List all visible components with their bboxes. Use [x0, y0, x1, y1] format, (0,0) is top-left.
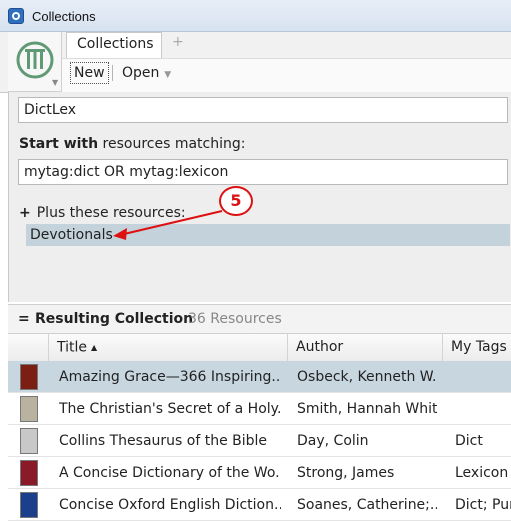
resource-count: 36 Resources — [188, 311, 282, 327]
start-with-label-rest: resources matching: — [98, 136, 246, 152]
book-cover-icon — [20, 492, 38, 518]
row-author: Soanes, Catherine;... — [297, 497, 437, 513]
resource-query-field[interactable]: mytag:dict OR mytag:lexicon — [18, 159, 508, 185]
collection-editor: DictLex Start with resources matching: m… — [8, 92, 511, 302]
tab-collections[interactable]: Collections — [66, 32, 162, 58]
app-icon — [8, 8, 24, 24]
book-cover-icon — [20, 428, 38, 454]
resulting-collection-header[interactable]: = Resulting Collection 36 Resources — [8, 304, 511, 334]
table-row[interactable]: Collins Thesaurus of the Bible Day, Coli… — [8, 425, 511, 457]
row-tags — [455, 393, 511, 425]
equals-icon: = — [18, 311, 30, 327]
window-title: Collections — [32, 9, 96, 24]
row-author: Strong, James — [297, 465, 395, 481]
row-title: Concise Oxford English Diction... — [59, 497, 281, 513]
library-icon — [16, 41, 54, 79]
plus-resources-text: Plus these resources: — [36, 205, 186, 221]
collection-name-field[interactable]: DictLex — [18, 97, 508, 123]
start-with-label: Start with resources matching: — [19, 136, 245, 152]
open-button-label: Open — [122, 65, 160, 81]
row-tags: Dict; Pur — [455, 497, 511, 513]
toolbar: ▼ Collections + New Open ▼ — [0, 32, 511, 93]
toolbar-separator — [112, 65, 113, 81]
row-author: Day, Colin — [297, 433, 369, 449]
row-tags — [455, 361, 511, 393]
table-row[interactable]: Amazing Grace—366 Inspiring... Osbeck, K… — [8, 361, 511, 393]
row-tags: Lexicon — [455, 465, 509, 481]
collections-toolbar: New Open ▼ — [62, 58, 511, 93]
add-tab-button[interactable]: + — [172, 34, 184, 50]
tab-collections-label: Collections — [77, 36, 154, 52]
callout-number-badge: 5 — [219, 186, 253, 216]
sort-ascending-icon: ▲ — [91, 343, 98, 352]
table-row[interactable]: A Concise Dictionary of the Wo... Strong… — [8, 457, 511, 489]
table-header: Title ▲ Author My Tags — [8, 334, 511, 362]
results-table: Title ▲ Author My Tags Amazing Grace—366 … — [8, 334, 511, 523]
book-cover-icon — [20, 460, 38, 486]
row-author: Smith, Hannah Whit... — [297, 401, 437, 417]
open-button[interactable]: Open ▼ — [122, 63, 171, 85]
row-title: A Concise Dictionary of the Wo... — [59, 465, 281, 481]
column-header-my-tags[interactable]: My Tags — [442, 334, 511, 361]
column-header-author[interactable]: Author — [287, 334, 442, 361]
table-row[interactable]: The Christian's Secret of a Holy... Smit… — [8, 393, 511, 425]
row-title: The Christian's Secret of a Holy... — [59, 401, 281, 417]
book-cover-icon — [20, 364, 38, 390]
row-title: Collins Thesaurus of the Bible — [59, 433, 268, 449]
window-titlebar: Collections — [0, 0, 511, 32]
new-button[interactable]: New — [70, 62, 109, 84]
start-with-label-bold: Start with — [19, 136, 99, 152]
column-header-title[interactable]: Title ▲ — [48, 334, 287, 361]
library-menu-caret-icon[interactable]: ▼ — [52, 78, 58, 87]
plus-icon: + — [19, 205, 31, 221]
added-resource-item[interactable]: Devotionals — [26, 224, 510, 246]
table-row[interactable]: Concise Oxford English Diction... Soanes… — [8, 489, 511, 521]
book-cover-icon — [20, 396, 38, 422]
row-title: Amazing Grace—366 Inspiring... — [59, 369, 281, 385]
row-author: Osbeck, Kenneth W. — [297, 369, 437, 385]
plus-resources-label: + Plus these resources: — [19, 205, 186, 221]
row-tags: Dict — [455, 433, 483, 449]
open-dropdown-caret-icon: ▼ — [161, 70, 172, 80]
column-title-label: Title — [57, 339, 88, 356]
resulting-collection-title: Resulting Collection — [35, 311, 194, 327]
